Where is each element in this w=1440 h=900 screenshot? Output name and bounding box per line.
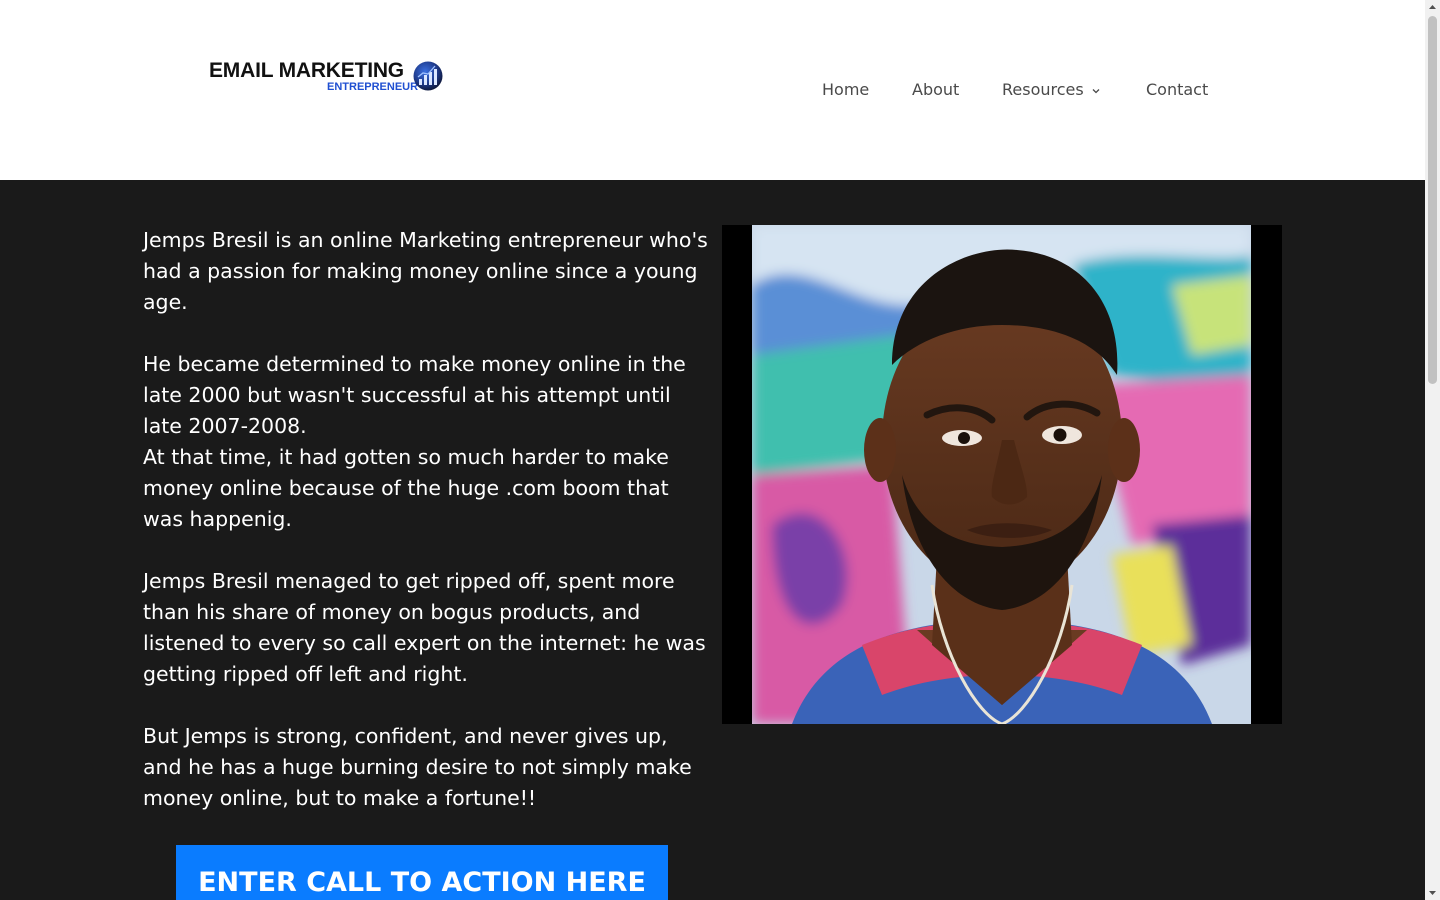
nav-contact[interactable]: Contact: [1146, 76, 1208, 104]
nav-about[interactable]: About: [912, 76, 959, 104]
bio-paragraph-boom: At that time, it had gotten so much hard…: [143, 445, 669, 531]
bar-chart-globe-icon: [413, 61, 443, 91]
logo-title: EMAIL MARKETING: [209, 59, 404, 82]
page: EMAIL MARKETING ENTREPRENEUR Home About …: [0, 0, 1425, 900]
scroll-down-arrow-icon[interactable]: [1425, 885, 1440, 900]
nav-home[interactable]: Home: [822, 76, 869, 104]
about-section: Jemps Bresil is an online Marketing entr…: [0, 180, 1425, 900]
bio-paragraph-intro: Jemps Bresil is an online Marketing entr…: [143, 228, 708, 314]
bio-text: Jemps Bresil is an online Marketing entr…: [143, 225, 708, 814]
bio-paragraph-start: He became determined to make money onlin…: [143, 352, 686, 438]
call-to-action-button[interactable]: ENTER CALL TO ACTION HERE: [176, 845, 668, 900]
logo-subtitle: ENTREPRENEUR: [327, 81, 419, 93]
profile-photo-frame: [722, 225, 1282, 724]
bio-paragraph-struggles: Jemps Bresil menaged to get ripped off, …: [143, 569, 706, 686]
nav-resources[interactable]: Resources: [1002, 76, 1102, 104]
profile-photo: [752, 225, 1251, 724]
vertical-scrollbar[interactable]: [1425, 0, 1440, 900]
chevron-down-icon: [1092, 88, 1100, 93]
site-logo[interactable]: EMAIL MARKETING ENTREPRENEUR: [209, 59, 449, 99]
bio-paragraph-determination: But Jemps is strong, confident, and neve…: [143, 724, 692, 810]
nav-resources-label: Resources: [1002, 80, 1084, 99]
scrollbar-thumb[interactable]: [1428, 16, 1437, 384]
call-to-action-label: ENTER CALL TO ACTION HERE: [198, 867, 646, 898]
scroll-up-arrow-icon[interactable]: [1425, 0, 1440, 15]
site-header: EMAIL MARKETING ENTREPRENEUR Home About …: [0, 0, 1425, 180]
